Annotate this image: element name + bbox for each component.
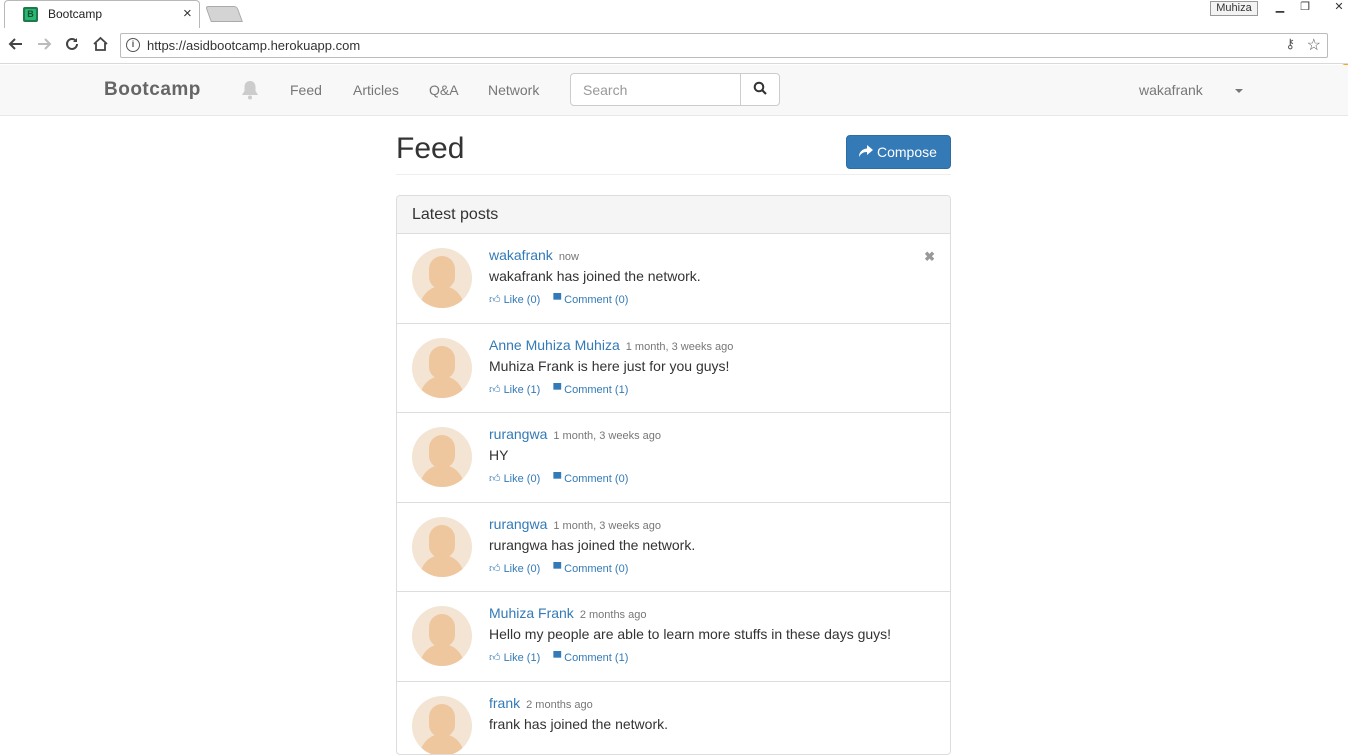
comment-icon: ▀ (553, 652, 561, 664)
post-author[interactable]: wakafrank (489, 247, 553, 263)
post-author[interactable]: frank (489, 695, 520, 711)
post-text: HY (489, 447, 508, 463)
comment-button[interactable]: ▀ Comment (0) (553, 294, 628, 306)
post-time: 2 months ago (580, 609, 647, 621)
url-field[interactable]: i https://asidbootcamp.herokuapp.com ⚷ ☆ (120, 33, 1328, 58)
password-key-icon[interactable]: ⚷ (1285, 36, 1295, 52)
new-tab-button[interactable] (205, 6, 243, 22)
latest-posts-panel: Latest posts wakafrank now wakafrank has … (396, 195, 951, 755)
avatar[interactable] (412, 606, 472, 666)
search-button[interactable] (740, 73, 780, 106)
profile-badge[interactable]: Muhiza (1210, 1, 1258, 16)
site-navbar: Bootcamp Feed Articles Q&A Network wakaf… (0, 65, 1348, 116)
post-author[interactable]: Anne Muhiza Muhiza (489, 337, 620, 353)
nav-network[interactable]: Network (488, 82, 539, 98)
user-menu[interactable]: wakafrank (1139, 82, 1203, 98)
like-button[interactable]: 👍︎ Like (0) (489, 563, 540, 575)
comment-icon: ▀ (553, 563, 561, 575)
search-icon (753, 81, 767, 95)
restore-icon[interactable]: ❐ (1296, 1, 1314, 15)
nav-qa[interactable]: Q&A (429, 82, 459, 98)
page-title: Feed (396, 132, 464, 166)
comment-icon: ▀ (553, 294, 561, 306)
browser-tab-bar: B Bootcamp × Muhiza ▁ ❐ ✕ (0, 0, 1348, 28)
back-icon[interactable] (8, 36, 24, 57)
like-button[interactable]: 👍︎ Like (1) (489, 384, 540, 396)
share-arrow-icon (859, 145, 873, 157)
bootcamp-favicon-icon: B (23, 7, 38, 22)
tab-title: Bootcamp (48, 7, 102, 21)
compose-button[interactable]: Compose (846, 135, 951, 169)
feed-post: frank2 months ago frank has joined the n… (397, 682, 950, 755)
compose-label: Compose (877, 144, 937, 160)
browser-tab[interactable]: B Bootcamp × (4, 0, 200, 28)
like-button[interactable]: 👍︎ Like (1) (489, 652, 540, 664)
thumbs-up-icon: 👍︎ (489, 473, 501, 485)
feed-post: Muhiza Frank 2 months ago Hello my people… (397, 592, 950, 682)
post-time: 2 months ago (526, 699, 593, 711)
bookmark-star-icon[interactable]: ☆ (1307, 35, 1321, 55)
thumbs-up-icon: 👍︎ (489, 384, 501, 396)
avatar[interactable] (412, 338, 472, 398)
feed-post: rurangwa 1 month, 3 weeks ago HY 👍︎ Like … (397, 413, 950, 503)
brand-logo[interactable]: Bootcamp (104, 79, 201, 101)
page-header: Feed Compose (396, 130, 951, 175)
post-time: now (559, 251, 579, 263)
forward-icon[interactable] (36, 36, 52, 57)
avatar[interactable] (412, 696, 472, 755)
tab-close-icon[interactable]: × (183, 5, 192, 22)
feed-post: wakafrank now wakafrank has joined the ne… (397, 234, 950, 324)
feed-post: Anne Muhiza Muhiza 1 month, 3 weeks ago M… (397, 324, 950, 414)
post-text: rurangwa has joined the network. (489, 537, 695, 553)
post-time: 1 month, 3 weeks ago (626, 341, 734, 353)
address-bar-row: i https://asidbootcamp.herokuapp.com ⚷ ☆ (0, 28, 1348, 64)
nav-articles[interactable]: Articles (353, 82, 399, 98)
notification-bell-icon[interactable] (241, 80, 259, 100)
panel-heading: Latest posts (397, 196, 950, 234)
post-author[interactable]: rurangwa (489, 426, 547, 442)
url-text: https://asidbootcamp.herokuapp.com (147, 38, 360, 53)
avatar[interactable] (412, 517, 472, 577)
reload-icon[interactable] (64, 36, 80, 57)
comment-icon: ▀ (553, 384, 561, 396)
post-text: wakafrank has joined the network. (489, 268, 701, 284)
thumbs-up-icon: 👍︎ (489, 294, 501, 306)
thumbs-up-icon: 👍︎ (489, 652, 501, 664)
search-input[interactable] (570, 73, 741, 106)
post-author[interactable]: Muhiza Frank (489, 605, 574, 621)
minimize-icon[interactable]: ▁ (1271, 1, 1289, 15)
post-text: Hello my people are able to learn more s… (489, 626, 891, 642)
comment-button[interactable]: ▀ Comment (1) (553, 652, 628, 664)
feed-post: rurangwa 1 month, 3 weeks ago rurangwa ha… (397, 503, 950, 593)
comment-button[interactable]: ▀ Comment (0) (553, 563, 628, 575)
site-info-icon[interactable]: i (126, 38, 140, 52)
remove-post-icon[interactable]: ✖ (924, 249, 935, 265)
post-time: 1 month, 3 weeks ago (553, 520, 661, 532)
comment-icon: ▀ (553, 473, 561, 485)
avatar[interactable] (412, 427, 472, 487)
like-button[interactable]: 👍︎ Like (0) (489, 473, 540, 485)
post-time: 1 month, 3 weeks ago (553, 430, 661, 442)
avatar[interactable] (412, 248, 472, 308)
comment-button[interactable]: ▀ Comment (1) (553, 384, 628, 396)
home-icon[interactable] (92, 36, 109, 57)
window-close-icon[interactable]: ✕ (1330, 1, 1348, 15)
like-button[interactable]: 👍︎ Like (0) (489, 294, 540, 306)
post-text: Muhiza Frank is here just for you guys! (489, 358, 729, 374)
nav-feed[interactable]: Feed (290, 82, 322, 98)
post-author[interactable]: rurangwa (489, 516, 547, 532)
chevron-down-icon[interactable] (1235, 89, 1243, 93)
comment-button[interactable]: ▀ Comment (0) (553, 473, 628, 485)
thumbs-up-icon: 👍︎ (489, 563, 501, 575)
